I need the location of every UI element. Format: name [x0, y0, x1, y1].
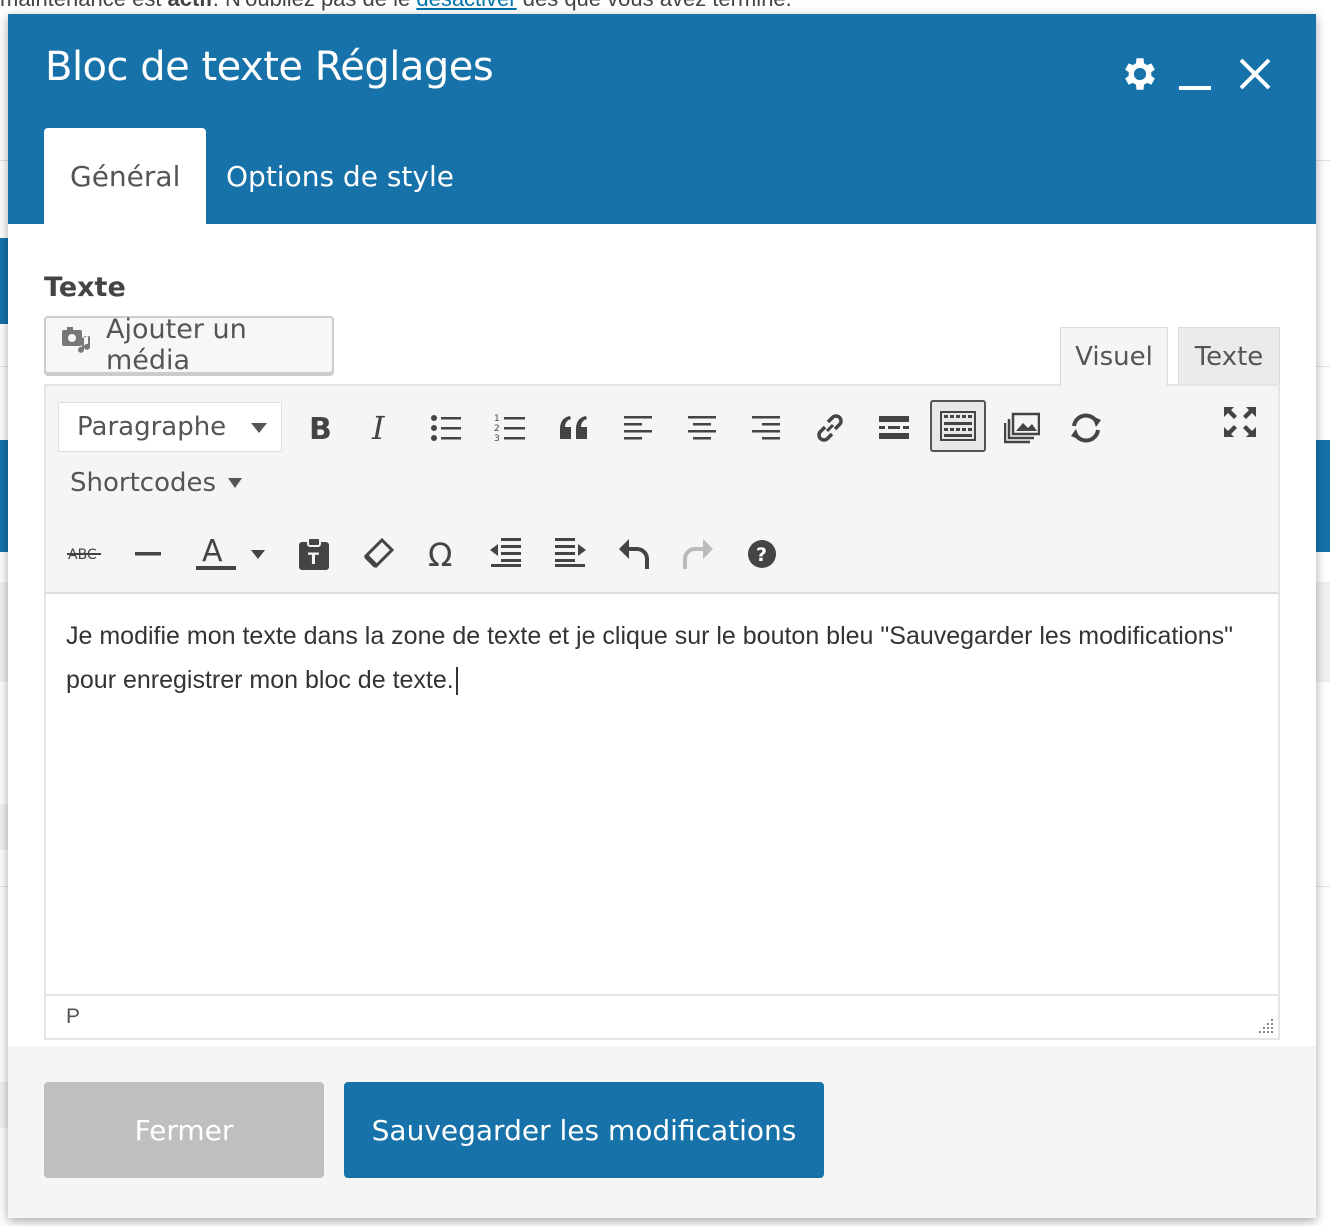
modal-title: Bloc de texte Réglages	[45, 44, 494, 90]
tab-text[interactable]: Texte	[1178, 327, 1280, 385]
toolbar-toggle-icon[interactable]	[930, 400, 986, 452]
maintenance-notice: maintenance est actif. N'oubliez pas de …	[0, 0, 1330, 12]
save-button[interactable]: Sauvegarder les modifications	[344, 1082, 824, 1178]
tab-general[interactable]: Général	[44, 128, 207, 224]
refresh-icon[interactable]	[1060, 402, 1112, 454]
editor-toolbar: Paragraphe B I 123 Shortcodes A T Ω ?	[46, 386, 1278, 594]
bullet-list-icon[interactable]	[420, 402, 472, 454]
rich-text-editor: Paragraphe B I 123 Shortcodes A T Ω ? Je…	[44, 384, 1280, 1040]
element-path[interactable]: P	[66, 1005, 80, 1029]
svg-text:2: 2	[494, 424, 500, 434]
italic-icon[interactable]: I	[356, 402, 408, 454]
outdent-icon[interactable]	[480, 526, 532, 578]
read-more-icon[interactable]	[868, 402, 920, 454]
chevron-down-icon	[228, 478, 243, 488]
text-color-dropdown-icon[interactable]	[240, 528, 276, 580]
fullscreen-icon[interactable]	[1214, 396, 1266, 448]
undo-icon[interactable]	[608, 528, 660, 580]
text-field-label: Texte	[44, 272, 126, 303]
svg-text:B: B	[309, 412, 332, 444]
help-icon[interactable]: ?	[736, 528, 788, 580]
svg-text:I: I	[371, 412, 386, 444]
modal-footer: Fermer Sauvegarder les modifications	[8, 1046, 1316, 1218]
special-char-icon[interactable]: Ω	[416, 528, 468, 580]
svg-text:Ω: Ω	[428, 539, 452, 569]
svg-text:A: A	[202, 534, 223, 569]
chevron-down-icon	[251, 423, 267, 433]
editor-status-bar: P	[46, 994, 1278, 1038]
shortcodes-dropdown[interactable]: Shortcodes	[70, 468, 243, 498]
bold-icon[interactable]: B	[294, 402, 346, 454]
modal-header: Bloc de texte Réglages Général Options d…	[8, 14, 1316, 224]
redo-icon[interactable]	[672, 528, 724, 580]
text-color-icon[interactable]: A	[186, 526, 242, 578]
horizontal-line-icon[interactable]	[122, 528, 174, 580]
close-icon[interactable]	[1233, 52, 1277, 96]
gear-icon[interactable]	[1118, 52, 1162, 96]
svg-text:T: T	[308, 549, 319, 568]
numbered-list-icon[interactable]: 123	[484, 402, 536, 454]
resize-handle-icon[interactable]	[1256, 1016, 1274, 1034]
align-center-icon[interactable]	[676, 402, 728, 454]
tab-visual[interactable]: Visuel	[1060, 327, 1168, 386]
settings-modal: Bloc de texte Réglages Général Options d…	[8, 14, 1316, 1218]
bg-panel-right	[1314, 440, 1330, 552]
paste-text-icon[interactable]: T	[288, 528, 340, 580]
deactivate-link[interactable]: désactiver	[416, 0, 516, 11]
gallery-icon[interactable]	[996, 402, 1048, 454]
close-button[interactable]: Fermer	[44, 1082, 324, 1178]
align-left-icon[interactable]	[612, 402, 664, 454]
minimize-icon[interactable]	[1173, 52, 1217, 96]
blockquote-icon[interactable]	[548, 402, 600, 454]
link-icon[interactable]	[804, 402, 856, 454]
tab-style-options[interactable]: Options de style	[200, 128, 480, 224]
svg-text:?: ?	[756, 544, 767, 566]
strikethrough-icon[interactable]: ABC	[58, 528, 110, 580]
align-right-icon[interactable]	[740, 402, 792, 454]
add-media-button[interactable]: Ajouter un média	[44, 314, 334, 376]
text-cursor	[455, 667, 458, 696]
media-icon	[60, 326, 94, 365]
format-select[interactable]: Paragraphe	[58, 402, 282, 452]
svg-text:1: 1	[494, 414, 500, 424]
bg-row-right	[1314, 582, 1330, 682]
editor-content[interactable]: Je modifie mon texte dans la zone de tex…	[46, 596, 1278, 996]
clear-formatting-icon[interactable]	[352, 528, 404, 580]
svg-text:3: 3	[494, 434, 500, 443]
indent-icon[interactable]	[544, 526, 596, 578]
